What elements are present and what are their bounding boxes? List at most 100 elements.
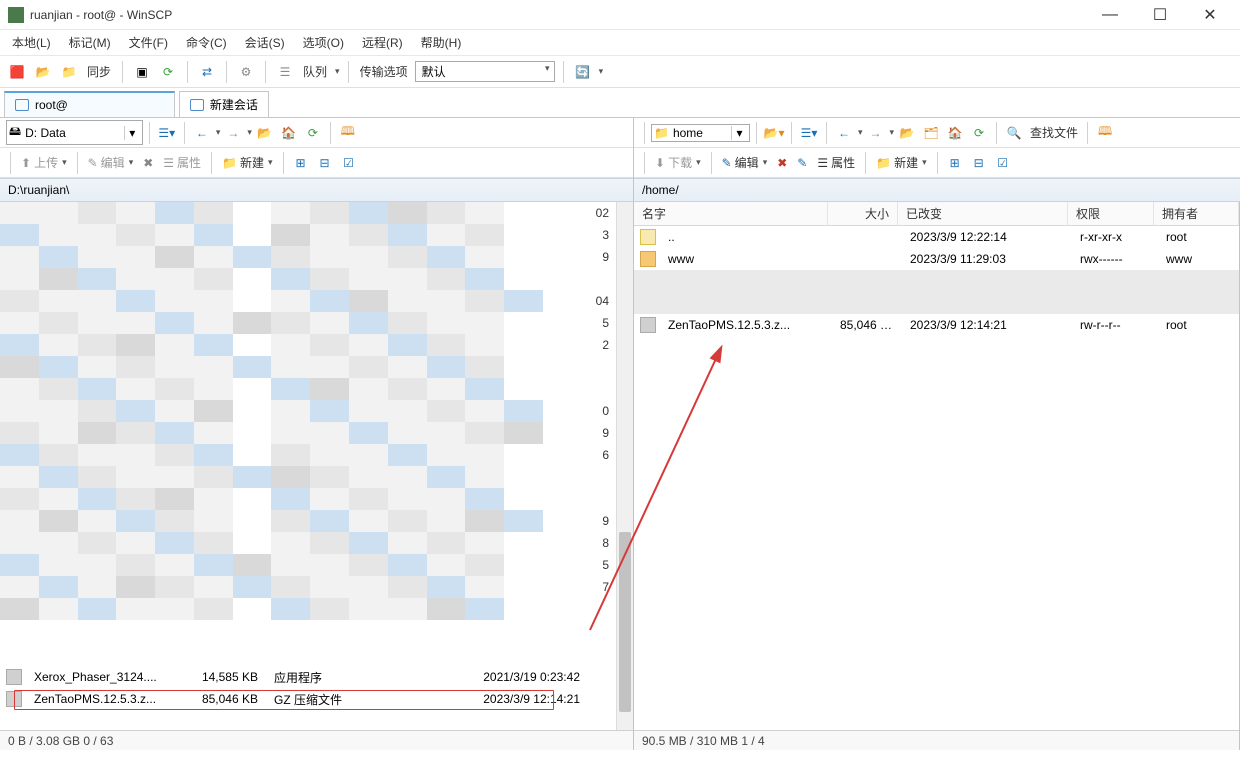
properties-icon: ☰ bbox=[163, 156, 174, 170]
filename: www bbox=[660, 252, 832, 266]
file-changed: 2023/3/9 11:29:03 bbox=[902, 252, 1072, 266]
forward-icon[interactable]: → bbox=[865, 122, 887, 144]
new-label: 新建 bbox=[240, 154, 264, 171]
transfer-preset-combo[interactable]: 默认 bbox=[415, 61, 555, 82]
menu-command[interactable]: 命令(C) bbox=[180, 31, 233, 54]
compare-icon[interactable]: 🟥 bbox=[6, 61, 28, 83]
upload-button[interactable]: ⬆上传▾ bbox=[17, 152, 71, 173]
minimize-button[interactable]: — bbox=[1096, 4, 1124, 26]
sync-button[interactable]: 同步 bbox=[84, 63, 114, 80]
back-icon[interactable]: ← bbox=[191, 122, 213, 144]
table-row[interactable]: Xerox_Phaser_3124.... 14,585 KB 应用程序 202… bbox=[0, 666, 616, 688]
col-owner[interactable]: 拥有者 bbox=[1154, 202, 1239, 225]
home-icon[interactable]: 🏠 bbox=[944, 122, 966, 144]
table-row[interactable]: www2023/3/9 11:29:03rwx------www bbox=[634, 248, 1239, 270]
check-icon[interactable]: ☑ bbox=[992, 152, 1014, 174]
up-icon[interactable]: 📂 bbox=[896, 122, 918, 144]
col-size[interactable]: 大小 bbox=[828, 202, 898, 225]
col-changed[interactable]: 已改变 bbox=[898, 202, 1068, 225]
left-drive-label: D: Data bbox=[25, 126, 66, 140]
forward-icon[interactable]: → bbox=[222, 122, 244, 144]
menu-help[interactable]: 帮助(H) bbox=[415, 31, 468, 54]
maximize-button[interactable]: ☐ bbox=[1146, 4, 1174, 26]
download-button[interactable]: ⬇下载▾ bbox=[651, 152, 705, 173]
menu-bar: 本地(L) 标记(M) 文件(F) 命令(C) 会话(S) 选项(O) 远程(R… bbox=[0, 30, 1240, 56]
right-drive-combo[interactable]: 📁 home ▾ bbox=[651, 124, 750, 142]
reconnect-icon[interactable]: 🔄 bbox=[572, 61, 594, 83]
find-files-button[interactable]: 查找文件 bbox=[1027, 124, 1081, 141]
table-row[interactable]: ZenTaoPMS.12.5.3.z... 85,046 KB GZ 压缩文件 … bbox=[0, 688, 616, 710]
edit-button[interactable]: ✎编辑▾ bbox=[718, 152, 772, 173]
new-button[interactable]: 📁新建▾ bbox=[218, 152, 277, 173]
filesize: 85,046 KB bbox=[832, 318, 902, 332]
right-column-headers[interactable]: 名字 大小 已改变 权限 拥有者 bbox=[634, 202, 1239, 226]
edit-button[interactable]: ✎编辑▾ bbox=[84, 152, 138, 173]
plus-icon[interactable]: ⊞ bbox=[290, 152, 312, 174]
menu-session[interactable]: 会话(S) bbox=[239, 31, 291, 54]
minus-icon[interactable]: ⊟ bbox=[314, 152, 336, 174]
menu-file[interactable]: 文件(F) bbox=[123, 31, 174, 54]
sync-browse-icon[interactable]: 📂 bbox=[32, 61, 54, 83]
col-rights[interactable]: 权限 bbox=[1068, 202, 1154, 225]
filename: Xerox_Phaser_3124.... bbox=[26, 670, 186, 684]
toggle-sync-icon[interactable]: ⇄ bbox=[196, 61, 218, 83]
file-icon bbox=[640, 317, 656, 333]
plus-icon[interactable]: ⊞ bbox=[944, 152, 966, 174]
left-file-list[interactable]: 023904520969857 Xerox_Phaser_3124.... 14… bbox=[0, 202, 633, 730]
left-drive-combo[interactable]: 🖴 D: Data ▾ bbox=[6, 120, 143, 145]
queue-icon[interactable]: ☰ bbox=[274, 61, 296, 83]
open-folder-icon[interactable]: 📂▾ bbox=[763, 122, 785, 144]
properties-button[interactable]: ☰属性 bbox=[813, 152, 859, 173]
left-path-bar[interactable]: D:\ruanjian\ bbox=[0, 178, 633, 202]
refresh-icon[interactable]: ⟳ bbox=[302, 122, 324, 144]
left-visible-rows: Xerox_Phaser_3124.... 14,585 KB 应用程序 202… bbox=[0, 666, 616, 710]
menu-local[interactable]: 本地(L) bbox=[6, 31, 57, 54]
home-icon[interactable]: 🏠 bbox=[278, 122, 300, 144]
col-name[interactable]: 名字 bbox=[634, 202, 828, 225]
left-action-toolbar: ⬆上传▾ ✎编辑▾ ✖ ☰属性 📁新建▾ ⊞ ⊟ ☑ bbox=[0, 148, 633, 178]
menu-mark[interactable]: 标记(M) bbox=[63, 31, 117, 54]
left-scrollbar[interactable] bbox=[616, 202, 633, 730]
up-icon[interactable]: 📂 bbox=[254, 122, 276, 144]
sync-icon[interactable]: 📁 bbox=[58, 61, 80, 83]
right-pane: 名字 大小 已改变 权限 拥有者 ..2023/3/9 12:22:14r-xr… bbox=[634, 202, 1240, 750]
new-session-tab[interactable]: 新建会话 bbox=[179, 91, 269, 117]
table-row[interactable] bbox=[634, 270, 1239, 314]
session-tab-active[interactable]: root@ bbox=[4, 91, 175, 117]
filter-icon[interactable]: ☰▾ bbox=[156, 122, 178, 144]
gear-icon[interactable]: ⚙ bbox=[235, 61, 257, 83]
bookmark-icon[interactable]: 🕮 bbox=[1094, 122, 1116, 144]
minus-icon[interactable]: ⊟ bbox=[968, 152, 990, 174]
filter-icon[interactable]: ☰▾ bbox=[798, 122, 820, 144]
check-icon[interactable]: ☑ bbox=[338, 152, 360, 174]
archive-icon bbox=[6, 691, 22, 707]
right-file-list[interactable]: ..2023/3/9 12:22:14r-xr-xr-xroot www 2023/… bbox=[634, 226, 1239, 730]
menu-options[interactable]: 选项(O) bbox=[297, 31, 350, 54]
terminal-icon[interactable]: ▣ bbox=[131, 61, 153, 83]
file-rights: rw-r--r-- bbox=[1072, 318, 1158, 332]
table-row[interactable]: ZenTaoPMS.12.5.3.z...85,046 KB2023/3/9 1… bbox=[634, 314, 1239, 336]
delete-icon: ✖ bbox=[777, 156, 787, 170]
properties-button[interactable]: ☰属性 bbox=[159, 152, 205, 173]
queue-button[interactable]: 队列 bbox=[300, 63, 330, 80]
delete-button[interactable]: ✖ bbox=[773, 154, 791, 172]
right-status-text: 90.5 MB / 310 MB 1 / 4 bbox=[642, 734, 765, 748]
right-action-toolbar: ⬇下载▾ ✎编辑▾ ✖ ✎ ☰属性 📁新建▾ ⊞ ⊟ ☑ bbox=[634, 148, 1240, 178]
find-icon[interactable]: 🔍 bbox=[1003, 122, 1025, 144]
new-button[interactable]: 📁新建▾ bbox=[872, 152, 931, 173]
root-icon[interactable]: 🗂 bbox=[920, 122, 942, 144]
right-path-bar[interactable]: /home/ bbox=[634, 178, 1240, 202]
folder-icon bbox=[640, 251, 656, 267]
refresh-pair-icon[interactable]: ⟳ bbox=[157, 61, 179, 83]
bookmark-icon[interactable]: 🕮 bbox=[337, 122, 359, 144]
edit-icon: ✎ bbox=[722, 156, 732, 170]
close-button[interactable]: ✕ bbox=[1196, 4, 1224, 26]
delete-button[interactable]: ✖ bbox=[139, 154, 157, 172]
menu-remote[interactable]: 远程(R) bbox=[356, 31, 409, 54]
file-rights: r-xr-xr-x bbox=[1072, 230, 1158, 244]
table-row[interactable]: ..2023/3/9 12:22:14r-xr-xr-xroot bbox=[634, 226, 1239, 248]
back-icon[interactable]: ← bbox=[833, 122, 855, 144]
file-changed: 2023/3/9 12:14:21 bbox=[902, 318, 1072, 332]
rename-button[interactable]: ✎ bbox=[793, 154, 811, 172]
refresh-icon[interactable]: ⟳ bbox=[968, 122, 990, 144]
